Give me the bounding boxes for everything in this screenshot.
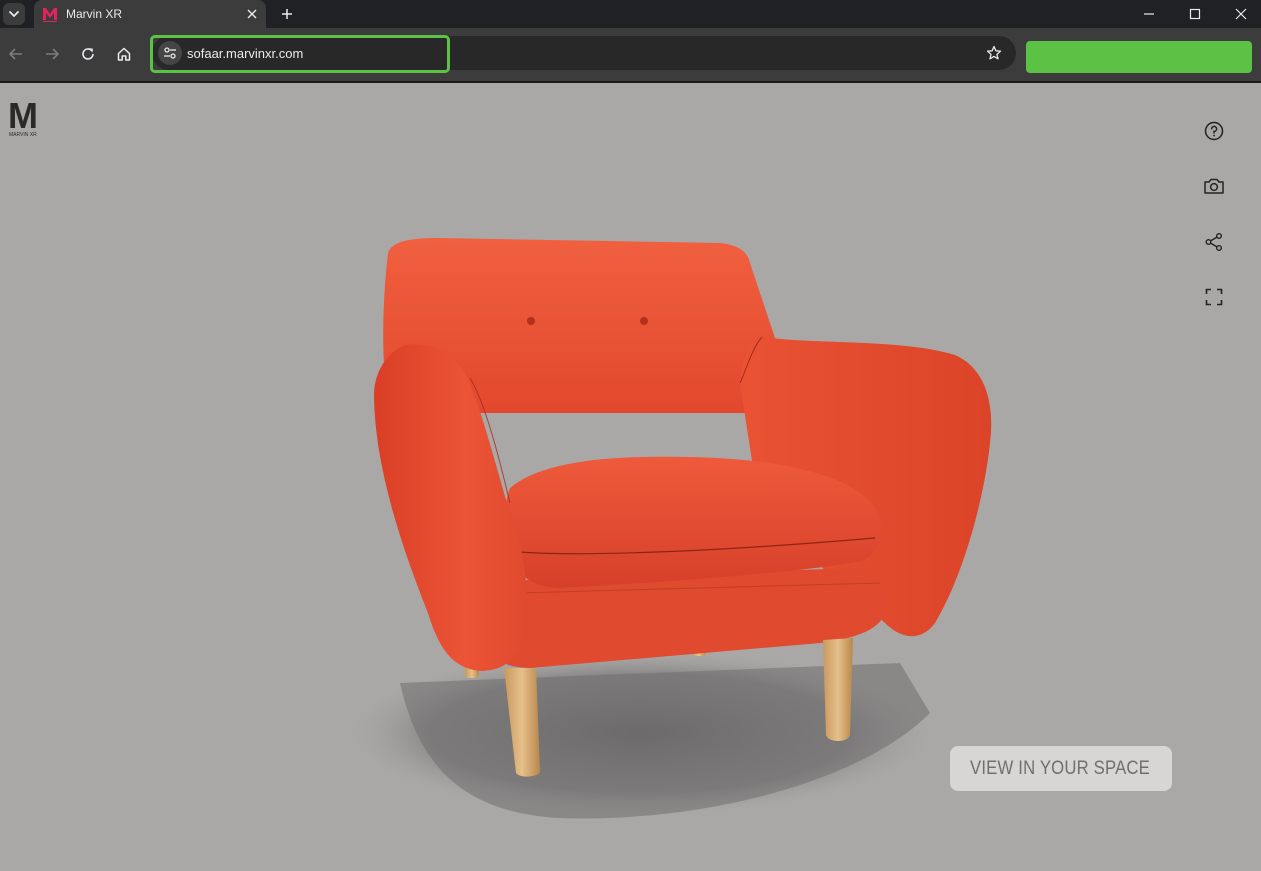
close-icon	[247, 9, 257, 19]
url-text[interactable]: sofaar.marvinxr.com	[187, 46, 303, 61]
new-tab-button[interactable]	[276, 3, 298, 25]
home-button[interactable]	[110, 40, 138, 68]
reload-icon	[82, 48, 94, 60]
view-in-your-space-button[interactable]: VIEW IN YOUR SPACE	[950, 746, 1172, 791]
marvin-xr-favicon	[43, 8, 57, 22]
forward-button[interactable]	[38, 40, 66, 68]
browser-toolbar: sofaar.marvinxr.com	[0, 28, 1261, 83]
minimize-icon	[1144, 13, 1154, 15]
ar-button-label: VIEW IN YOUR SPACE	[970, 757, 1151, 779]
maximize-icon	[1189, 8, 1201, 20]
tab-title: Marvin XR	[66, 7, 123, 21]
tune-icon	[164, 47, 176, 59]
site-info-button[interactable]	[158, 41, 182, 65]
reload-button[interactable]	[74, 40, 102, 68]
maximize-button[interactable]	[1172, 0, 1218, 28]
profile-area-redacted[interactable]	[1026, 41, 1252, 73]
arrow-right-icon	[46, 48, 60, 60]
address-bar[interactable]: sofaar.marvinxr.com	[152, 36, 1016, 70]
chevron-down-icon	[9, 11, 19, 18]
back-button[interactable]	[2, 40, 30, 68]
close-window-button[interactable]	[1218, 0, 1261, 28]
tab-search-button[interactable]	[3, 3, 25, 25]
ar-product-viewer[interactable]: M MARVIN XR VIEW IN YOUR SPACE	[0, 83, 1261, 871]
bookmark-button[interactable]	[984, 43, 1004, 63]
close-icon	[1235, 8, 1247, 20]
arrow-left-icon	[8, 48, 22, 60]
home-icon	[117, 47, 131, 61]
browser-tab-strip: Marvin XR	[0, 0, 1261, 28]
star-icon	[986, 45, 1002, 60]
minimize-button[interactable]	[1126, 0, 1172, 28]
plus-icon	[282, 9, 292, 19]
browser-tab-active[interactable]: Marvin XR	[34, 0, 266, 28]
tab-close-button[interactable]	[244, 6, 260, 22]
